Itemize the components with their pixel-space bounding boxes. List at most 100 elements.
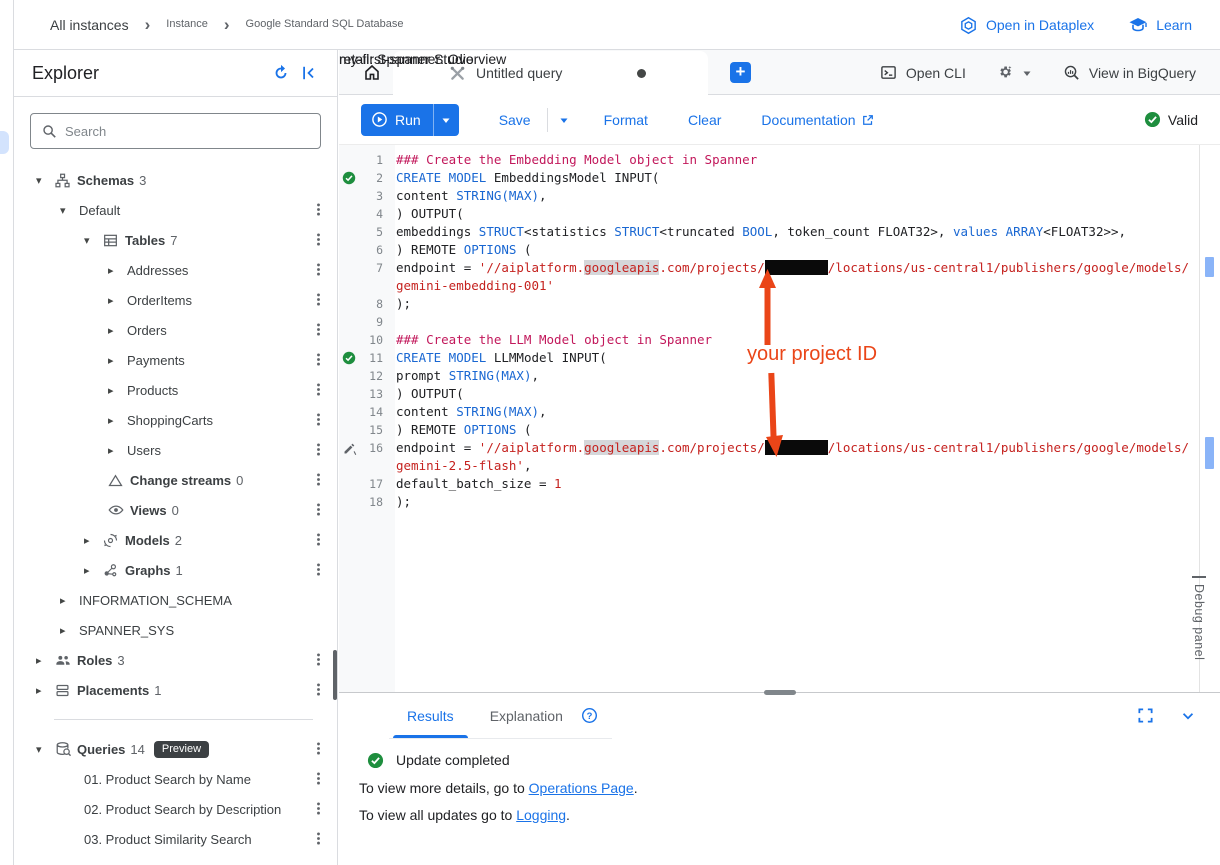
more-vert-icon[interactable]	[311, 232, 327, 248]
code-token[interactable]: ) REMOTE	[396, 422, 464, 437]
more-vert-icon[interactable]	[311, 502, 327, 518]
chevron-right-icon[interactable]: ▸	[108, 414, 127, 427]
code-text[interactable]: gemini-2.5-flash',	[383, 457, 531, 475]
sidebar-scrollbar[interactable]	[333, 650, 337, 700]
code-text[interactable]: embeddings STRUCT<statistics STRUCT<trun…	[383, 223, 1126, 241]
chevron-down-icon[interactable]: ▾	[36, 743, 55, 756]
code-line[interactable]: 14content STRING(MAX),	[339, 403, 1198, 421]
tree-item-tables[interactable]: ▾Tables7	[14, 225, 337, 255]
run-options-caret[interactable]	[433, 104, 459, 136]
tree-item-queries[interactable]: ▾Queries14Preview	[14, 734, 337, 764]
code-text[interactable]: ) REMOTE OPTIONS (	[383, 421, 531, 439]
code-text[interactable]: endpoint = '//aiplatform.googleapis.com/…	[383, 259, 1189, 277]
code-token[interactable]: STRING(MAX)	[456, 404, 539, 419]
open-in-dataplex-button[interactable]: Open in Dataplex	[959, 16, 1094, 35]
fullscreen-button[interactable]	[1137, 707, 1154, 724]
code-token[interactable]: <FLOAT32>>,	[1043, 224, 1126, 239]
more-vert-icon[interactable]	[311, 652, 327, 668]
tree-item-default[interactable]: ▾Default	[14, 195, 337, 225]
code-token[interactable]: STRUCT	[479, 224, 524, 239]
code-token[interactable]: ARRAY	[1006, 224, 1044, 239]
code-token[interactable]: BOOL	[742, 224, 772, 239]
more-vert-icon[interactable]	[311, 412, 327, 428]
code-token[interactable]: STRING(MAX)	[449, 368, 532, 383]
code-token[interactable]: (	[516, 422, 531, 437]
code-token[interactable]: gemini-embedding-001'	[396, 278, 554, 293]
more-vert-icon[interactable]	[311, 682, 327, 698]
code-text[interactable]: ) REMOTE OPTIONS (	[383, 241, 531, 259]
code-text[interactable]: CREATE MODEL LLMModel INPUT(	[383, 349, 607, 367]
collapse-results-button[interactable]	[1180, 708, 1196, 724]
refresh-button[interactable]	[267, 59, 295, 87]
code-token[interactable]: ### Create the LLM Model object in Spann…	[396, 332, 712, 347]
code-text[interactable]: ) OUTPUT(	[383, 385, 464, 403]
code-line[interactable]: 18);	[339, 493, 1198, 511]
code-token[interactable]: endpoint =	[396, 440, 479, 455]
more-vert-icon[interactable]	[311, 831, 327, 847]
code-token[interactable]: <statistics	[524, 224, 614, 239]
collapse-panel-button[interactable]	[295, 59, 323, 87]
code-text[interactable]: );	[383, 493, 411, 511]
code-token[interactable]: ,	[531, 368, 539, 383]
breadcrumb-all-instances[interactable]: All instances	[50, 17, 129, 33]
chevron-right-icon[interactable]: ▸	[108, 354, 127, 367]
code-token[interactable]: /locations/us-central1/publishers/google…	[828, 260, 1189, 275]
code-text[interactable]: ### Create the LLM Model object in Spann…	[383, 331, 712, 349]
more-vert-icon[interactable]	[311, 202, 327, 218]
code-token[interactable]: ) OUTPUT(	[396, 206, 464, 221]
tree-item-users[interactable]: ▸Users	[14, 435, 337, 465]
code-line[interactable]: 13) OUTPUT(	[339, 385, 1198, 403]
code-line[interactable]: 10### Create the LLM Model object in Spa…	[339, 331, 1198, 349]
code-text[interactable]: endpoint = '//aiplatform.googleapis.com/…	[383, 439, 1189, 457]
code-line[interactable]: 8);	[339, 295, 1198, 313]
new-tab-button[interactable]: +	[730, 62, 751, 83]
code-token[interactable]: LLMModel INPUT(	[486, 350, 606, 365]
more-vert-icon[interactable]	[311, 801, 327, 817]
explanation-help-button[interactable]: ?	[581, 693, 612, 738]
chevron-right-icon[interactable]: ▸	[36, 654, 55, 667]
code-line[interactable]: 15) REMOTE OPTIONS (	[339, 421, 1198, 439]
code-line[interactable]: 5embeddings STRUCT<statistics STRUCT<tru…	[339, 223, 1198, 241]
panel-resize-handle[interactable]	[764, 690, 796, 695]
breadcrumb-database[interactable]: Google Standard SQL Database retail: Spa…	[246, 18, 404, 31]
code-token[interactable]: embeddings	[396, 224, 479, 239]
code-token[interactable]: 1	[554, 476, 562, 491]
code-token[interactable]: gemini-2.5-flash'	[396, 458, 524, 473]
save-button[interactable]: Save	[499, 112, 531, 128]
tree-item-products[interactable]: ▸Products	[14, 375, 337, 405]
code-line[interactable]: 3content STRING(MAX),	[339, 187, 1198, 205]
code-text[interactable]: default_batch_size = 1	[383, 475, 562, 493]
sql-editor[interactable]: 1### Create the Embedding Model object i…	[339, 145, 1220, 692]
code-line[interactable]: 7endpoint = '//aiplatform.googleapis.com…	[339, 259, 1198, 277]
chevron-right-icon[interactable]: ▸	[84, 564, 103, 577]
code-line[interactable]: 4) OUTPUT(	[339, 205, 1198, 223]
tree-item-orderitems[interactable]: ▸OrderItems	[14, 285, 337, 315]
tree-item-addresses[interactable]: ▸Addresses	[14, 255, 337, 285]
code-text[interactable]: CREATE MODEL EmbeddingsModel INPUT(	[383, 169, 659, 187]
code-token[interactable]: content	[396, 188, 456, 203]
code-token[interactable]: ) REMOTE	[396, 242, 464, 257]
chevron-down-icon[interactable]: ▾	[84, 234, 103, 247]
search-input[interactable]	[65, 124, 310, 139]
breadcrumb-instance[interactable]: Instance my-first-spanner: Overview	[166, 18, 208, 31]
more-vert-icon[interactable]	[311, 532, 327, 548]
format-button[interactable]: Format	[604, 112, 648, 128]
code-token[interactable]: );	[396, 296, 411, 311]
code-token[interactable]: ,	[524, 458, 532, 473]
code-token[interactable]: );	[396, 494, 411, 509]
code-token[interactable]: '//aiplatform.	[479, 260, 584, 275]
code-token[interactable]: ,	[539, 188, 547, 203]
tree-item-change-streams[interactable]: Change streams0	[14, 465, 337, 495]
tree-item-information-schema[interactable]: ▸INFORMATION_SCHEMA	[14, 585, 337, 615]
more-vert-icon[interactable]	[311, 442, 327, 458]
chevron-right-icon[interactable]: ▸	[84, 534, 103, 547]
learn-button[interactable]: Learn	[1128, 15, 1192, 35]
editor-settings-dropdown[interactable]	[996, 64, 1033, 81]
code-text[interactable]: gemini-embedding-001'	[383, 277, 554, 295]
tree-item-schemas[interactable]: ▾Schemas3	[14, 165, 337, 195]
chevron-down-icon[interactable]: ▾	[60, 204, 79, 217]
more-vert-icon[interactable]	[311, 472, 327, 488]
operations-page-link[interactable]: Operations Page	[529, 780, 634, 796]
tree-item-placements[interactable]: ▸Placements1	[14, 675, 337, 705]
save-options-caret[interactable]	[558, 114, 570, 126]
